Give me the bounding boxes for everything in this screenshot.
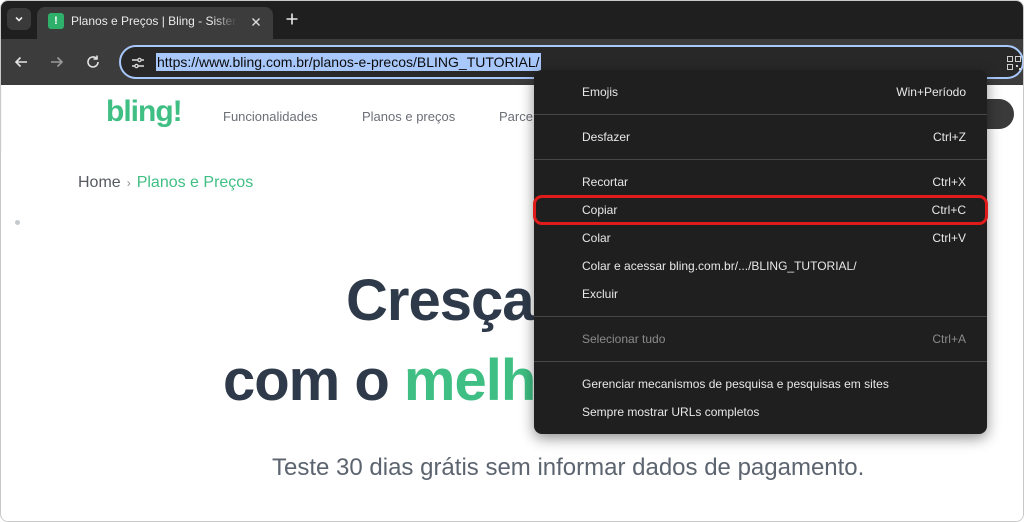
back-button[interactable] bbox=[9, 50, 33, 74]
menu-item-label: Desfazer bbox=[582, 130, 631, 144]
menu-item-colar[interactable]: Colar Ctrl+V bbox=[534, 226, 987, 250]
plus-icon bbox=[286, 13, 298, 25]
qr-code-icon[interactable] bbox=[1007, 56, 1021, 70]
close-tab-icon[interactable] bbox=[247, 13, 265, 31]
nav-link-funcionalidades[interactable]: Funcionalidades bbox=[223, 109, 318, 124]
menu-item-shortcut: Ctrl+Z bbox=[933, 130, 966, 144]
context-menu: Emojis Win+Período Desfazer Ctrl+Z Recor… bbox=[533, 70, 988, 434]
menu-item-gerenciar-mecanismos[interactable]: Gerenciar mecanismos de pesquisa e pesqu… bbox=[534, 372, 987, 396]
menu-item-label: Copiar bbox=[582, 203, 618, 217]
menu-item-label: Colar e acessar bling.com.br/.../BLING_T… bbox=[582, 259, 857, 273]
menu-item-mostrar-urls[interactable]: Sempre mostrar URLs completos bbox=[534, 400, 987, 424]
menu-item-label: Colar bbox=[582, 231, 611, 245]
menu-separator bbox=[534, 159, 987, 160]
menu-item-emojis[interactable]: Emojis Win+Período bbox=[534, 80, 987, 104]
menu-separator bbox=[534, 361, 987, 362]
menu-item-shortcut: Ctrl+V bbox=[932, 231, 966, 245]
menu-item-desfazer[interactable]: Desfazer Ctrl+Z bbox=[534, 125, 987, 149]
menu-item-excluir[interactable]: Excluir bbox=[534, 282, 987, 306]
tab-search-button[interactable] bbox=[7, 8, 31, 30]
site-info-icon[interactable] bbox=[129, 54, 147, 72]
breadcrumb-separator: › bbox=[126, 176, 131, 190]
menu-item-label: Sempre mostrar URLs completos bbox=[582, 405, 760, 419]
menu-separator bbox=[534, 114, 987, 115]
menu-item-shortcut: Win+Período bbox=[896, 85, 966, 99]
arrow-left-icon bbox=[14, 56, 27, 68]
breadcrumb: Home › Planos e Preços bbox=[78, 174, 253, 192]
menu-item-shortcut: Ctrl+X bbox=[932, 175, 966, 189]
hero-line2-prefix: com o bbox=[223, 348, 404, 413]
breadcrumb-home[interactable]: Home bbox=[78, 174, 121, 191]
menu-item-copiar[interactable]: Copiar Ctrl+C bbox=[533, 195, 988, 225]
decorative-dot bbox=[15, 220, 20, 225]
hero-subheading: Teste 30 dias grátis sem informar dados … bbox=[272, 454, 865, 481]
menu-separator bbox=[534, 316, 987, 317]
menu-item-shortcut: Ctrl+C bbox=[931, 203, 966, 217]
new-tab-button[interactable] bbox=[281, 8, 303, 30]
bling-logo[interactable]: bling! bbox=[106, 95, 183, 129]
bling-favicon-icon: ! bbox=[48, 13, 64, 29]
arrow-right-icon bbox=[51, 56, 64, 68]
breadcrumb-current: Planos e Preços bbox=[136, 174, 254, 191]
url-text[interactable]: https://www.bling.com.br/planos-e-precos… bbox=[156, 53, 541, 71]
menu-item-label: Recortar bbox=[582, 175, 629, 189]
nav-link-parceiros[interactable]: Parce bbox=[499, 109, 533, 124]
hero-heading-line1: Cresça bbox=[346, 268, 534, 333]
menu-item-label: Gerenciar mecanismos de pesquisa e pesqu… bbox=[582, 377, 889, 391]
reload-icon bbox=[87, 55, 99, 68]
menu-item-label: Selecionar tudo bbox=[582, 332, 666, 346]
menu-item-colar-e-acessar[interactable]: Colar e acessar bling.com.br/.../BLING_T… bbox=[534, 254, 987, 278]
menu-item-selecionar-tudo: Selecionar tudo Ctrl+A bbox=[534, 327, 987, 351]
forward-button[interactable] bbox=[45, 50, 69, 74]
menu-item-label: Emojis bbox=[582, 85, 619, 99]
browser-window: ! Planos e Preços | Bling - Sistema de G… bbox=[0, 0, 1024, 522]
tab-strip: ! Planos e Preços | Bling - Sistema de G… bbox=[1, 1, 1023, 39]
menu-item-recortar[interactable]: Recortar Ctrl+X bbox=[534, 170, 987, 194]
browser-tab[interactable]: ! Planos e Preços | Bling - Sistema de G… bbox=[37, 7, 273, 39]
reload-button[interactable] bbox=[81, 50, 105, 74]
menu-item-shortcut: Ctrl+A bbox=[932, 332, 966, 346]
chevron-down-icon bbox=[15, 16, 23, 22]
menu-item-label: Excluir bbox=[582, 287, 619, 301]
tab-title: Planos e Preços | Bling - Sistema de Ges… bbox=[71, 14, 237, 30]
nav-link-planos[interactable]: Planos e preços bbox=[362, 109, 455, 124]
hero-heading-line2: com o melho bbox=[223, 347, 571, 414]
